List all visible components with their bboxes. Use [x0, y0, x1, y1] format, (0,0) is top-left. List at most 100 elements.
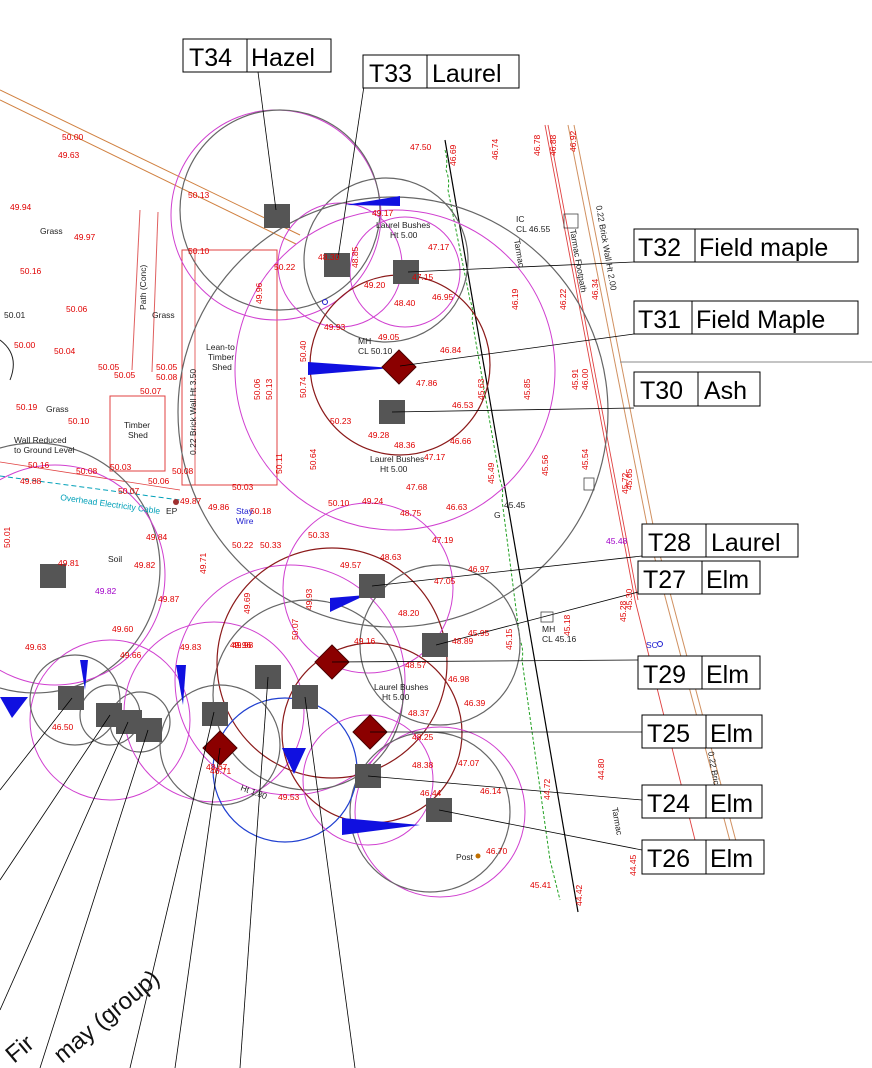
shed-label: Timber — [124, 420, 150, 430]
spot-level: 46.84 — [440, 345, 462, 355]
grass-label: Grass — [152, 310, 175, 320]
spot-level: 49.93 — [304, 588, 314, 610]
wall-label: 0.22 Brick — [706, 751, 723, 791]
spot-level: 50.40 — [298, 340, 308, 362]
tree-marker-t27[interactable] — [422, 633, 448, 657]
tree-label-t32[interactable]: T32 Field maple — [633, 228, 859, 263]
spot-level: 45.45 — [504, 500, 526, 510]
spot-level: 50.05 — [156, 362, 178, 372]
tree-label-t28[interactable]: T28 Laurel — [641, 523, 799, 558]
spot-level: 45.30 — [624, 588, 634, 610]
spot-level: 50.07 — [290, 618, 300, 640]
spot-level: 49.28 — [368, 430, 390, 440]
tree-label-t33[interactable]: T33 Laurel — [362, 54, 520, 89]
spot-level: 50.06 — [148, 476, 170, 486]
spot-level: 49.98 — [232, 640, 254, 650]
spot-level: 50.00 — [14, 340, 36, 350]
spot-level: 50.13 — [188, 190, 210, 200]
stay-wire-label: Wire — [236, 516, 254, 526]
spot-level: 47.17 — [428, 242, 450, 252]
tree-id: T31 — [638, 306, 681, 334]
tree-species: Elm — [710, 845, 753, 873]
label-leaders — [0, 71, 643, 1068]
tree-id: T32 — [638, 234, 681, 262]
tree-label-t24[interactable]: T24 Elm — [641, 784, 763, 819]
tree-marker[interactable] — [136, 718, 162, 742]
spot-level: 49.82 — [134, 560, 156, 570]
site-plan: 50.00 49.63 49.94 49.97 50.16 50.13 50.1… — [0, 38, 872, 1068]
ep-label: EP — [166, 506, 178, 516]
spot-level: 49.94 — [10, 202, 32, 212]
bushes-label: Laurel Bushes — [376, 220, 430, 230]
spot-level: 48.75 — [400, 508, 422, 518]
tree-label-t29[interactable]: T29 Elm — [637, 655, 761, 690]
spot-level: 46.14 — [480, 786, 502, 796]
spot-level: 47.17 — [424, 452, 446, 462]
sc-label: SC — [646, 640, 658, 650]
spot-level: 49.63 — [25, 642, 47, 652]
tree-label-t27[interactable]: T27 Elm — [637, 560, 761, 595]
g-label: G — [494, 510, 501, 520]
tree-id: T30 — [640, 377, 683, 405]
tree-marker-t34[interactable] — [264, 204, 290, 228]
spot-level: 46.97 — [468, 564, 490, 574]
spot-level: 50.18 — [250, 506, 272, 516]
spot-level: 49.60 — [112, 624, 134, 634]
spot-level: 50.01 — [2, 526, 12, 548]
spot-level: 50.33 — [308, 530, 330, 540]
tree-label-t34[interactable]: T34 Hazel — [182, 38, 332, 73]
tree-id: T27 — [643, 566, 686, 594]
wall-label: to Ground Level — [14, 445, 75, 455]
tree-label-t31[interactable]: T31 Field Maple — [633, 300, 859, 335]
tree-label-t26[interactable]: T26 Elm — [641, 839, 765, 875]
bushes-label: Ht 5.00 — [390, 230, 418, 240]
soil-label: Soil — [108, 554, 122, 564]
spot-level: 48.89 — [452, 636, 474, 646]
spot-level: 49.57 — [340, 560, 362, 570]
spot-level: 45.18 — [562, 614, 572, 636]
tarmac-label: Tarmac — [610, 807, 625, 837]
shed-label: Shed — [128, 430, 148, 440]
spot-level: 47.07 — [458, 758, 480, 768]
spot-level: 48.37 — [408, 708, 430, 718]
stay-wire-label: Stay — [236, 506, 254, 516]
tree-marker[interactable] — [58, 686, 84, 710]
tree-species: Elm — [710, 790, 753, 818]
manhole-label: CL 45.16 — [542, 634, 576, 644]
manhole-label: MH — [358, 336, 371, 346]
spot-level: 46.34 — [590, 278, 600, 300]
spot-level: 49.24 — [362, 496, 384, 506]
spot-level: 49.82 — [95, 586, 117, 596]
spot-level: 46.66 — [450, 436, 472, 446]
spot-level: 50.03 — [110, 462, 132, 472]
spot-level: 49.93 — [324, 322, 346, 332]
spot-level: 45.91 — [570, 368, 580, 390]
spot-level: 50.22 — [232, 540, 254, 550]
spot-level: 46.88 — [548, 134, 558, 156]
spot-level: 48.57 — [405, 660, 427, 670]
spot-level: 49.20 — [364, 280, 386, 290]
spot-level: 46.53 — [452, 400, 474, 410]
wall-label: Wall Reduced — [14, 435, 67, 445]
spot-level: 46.95 — [432, 292, 454, 302]
tree-species: Ash — [704, 377, 747, 405]
spot-level: 48.20 — [398, 608, 420, 618]
canopy-sectors — [0, 196, 420, 835]
spot-level: 46.69 — [448, 144, 458, 166]
spot-level: 49.87 — [158, 594, 180, 604]
spot-level: 49.05 — [378, 332, 400, 342]
post-label: Post — [456, 852, 474, 862]
spot-level: 50.16 — [28, 460, 50, 470]
path-label: Path (Conc) — [138, 264, 148, 310]
tree-label-t30[interactable]: T30 Ash — [633, 371, 761, 407]
spot-level: 47.05 — [434, 576, 456, 586]
spot-level: 50.06 — [252, 378, 262, 400]
spot-level: 45.49 — [486, 462, 496, 484]
bushes-label: Laurel Bushes — [374, 682, 428, 692]
tree-label-t25[interactable]: T25 Elm — [641, 714, 763, 749]
spot-level: 48.30 — [318, 252, 340, 262]
tree-species: Field Maple — [696, 306, 825, 334]
tree-id: T29 — [643, 661, 686, 689]
spot-level: 45.63 — [476, 378, 486, 400]
tree-marker[interactable] — [202, 702, 228, 726]
